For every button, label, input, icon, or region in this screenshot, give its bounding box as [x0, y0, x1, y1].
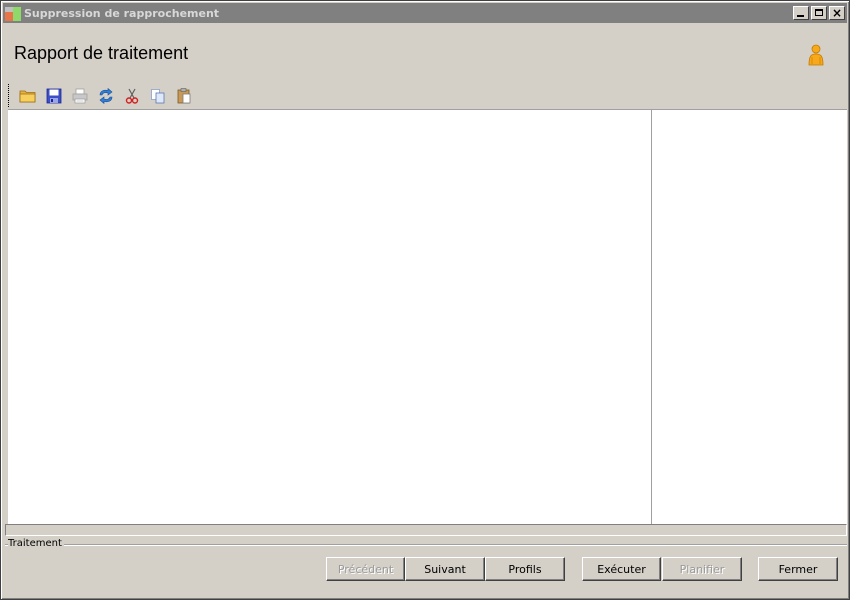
user-icon[interactable] [806, 44, 826, 66]
window-controls: × [793, 6, 845, 20]
save-icon [46, 88, 62, 104]
toolbar-grip[interactable] [7, 84, 10, 108]
profiles-button[interactable]: Profils [485, 557, 565, 581]
traitement-groupbox [5, 544, 847, 545]
refresh-button[interactable] [93, 85, 119, 107]
cut-icon [125, 88, 139, 104]
groupbox-label: Traitement [8, 538, 64, 549]
copy-button[interactable] [145, 85, 171, 107]
app-icon[interactable] [5, 5, 21, 21]
print-icon [72, 88, 88, 104]
execute-button[interactable]: Exécuter [582, 557, 661, 581]
save-button[interactable] [41, 85, 67, 107]
panel-splitter[interactable] [651, 110, 652, 525]
next-button[interactable]: Suivant [405, 557, 485, 581]
maximize-button[interactable] [811, 6, 827, 20]
title-bar[interactable]: Suppression de rapprochement × [3, 3, 847, 23]
copy-icon [151, 89, 165, 104]
main-window: Suppression de rapprochement × Rapport d… [0, 0, 850, 600]
paste-button[interactable] [171, 85, 197, 107]
close-button[interactable]: Fermer [758, 557, 838, 581]
minimize-button[interactable] [793, 6, 809, 20]
refresh-icon [99, 87, 113, 105]
paste-icon [177, 88, 191, 104]
page-title: Rapport de traitement [14, 43, 189, 63]
window-title: Suppression de rapprochement [24, 6, 220, 20]
maximize-icon [815, 9, 823, 16]
toolbar [7, 84, 207, 108]
open-folder-icon [19, 90, 36, 103]
print-button[interactable] [67, 85, 93, 107]
close-window-button[interactable]: × [829, 6, 845, 20]
minimize-icon [797, 15, 804, 17]
close-icon: × [831, 6, 843, 20]
horizontal-scrollbar[interactable] [5, 524, 847, 536]
cut-button[interactable] [119, 85, 145, 107]
schedule-button[interactable]: Planifier [662, 557, 742, 581]
report-content-area[interactable] [8, 109, 847, 525]
open-button[interactable] [15, 85, 41, 107]
previous-button[interactable]: Précédent [326, 557, 405, 581]
